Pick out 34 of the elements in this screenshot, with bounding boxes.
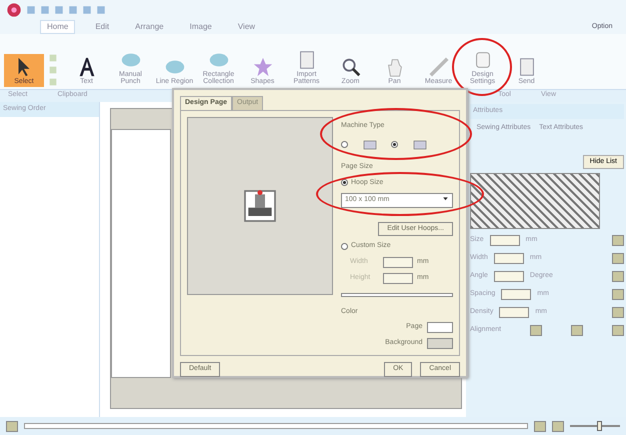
star-icon [252, 56, 274, 78]
status-button[interactable] [6, 420, 18, 432]
ribbon-tab[interactable]: Edit [89, 21, 116, 33]
slider-thumb[interactable] [597, 421, 602, 431]
status-button[interactable] [552, 420, 564, 432]
reset-button[interactable] [612, 306, 624, 318]
machine-type-radio[interactable] [341, 141, 348, 148]
color-swatch[interactable] [427, 322, 453, 333]
ribbon-tab[interactable]: Home [40, 20, 76, 34]
alignment-button[interactable] [530, 324, 542, 336]
ruler-icon [428, 56, 450, 78]
reset-button[interactable] [612, 234, 624, 246]
ribbon-tab[interactable]: View [232, 21, 262, 33]
spin-field[interactable] [499, 306, 530, 318]
ribbon-tab[interactable]: Image [184, 21, 218, 33]
alignment-button[interactable] [571, 324, 584, 336]
ribbon-tab[interactable]: Arrange [129, 21, 170, 33]
reset-button[interactable] [612, 252, 624, 264]
spin-field[interactable] [382, 272, 412, 284]
status-button[interactable] [534, 420, 546, 432]
reset-button[interactable] [612, 288, 624, 300]
reset-button[interactable] [612, 270, 624, 282]
spin-field[interactable] [382, 256, 412, 268]
alignment-button[interactable] [612, 324, 624, 336]
size-dropdown[interactable] [341, 293, 453, 297]
machine-type-radio[interactable] [391, 141, 398, 148]
caret-icon [442, 195, 449, 202]
color-swatch[interactable] [427, 338, 453, 349]
spin-field[interactable] [494, 252, 524, 264]
spin-field[interactable] [490, 234, 520, 246]
spin-field[interactable] [501, 288, 532, 300]
app-logo-icon [6, 2, 22, 18]
custom-size-radio[interactable] [341, 242, 348, 250]
spin-field[interactable] [494, 270, 524, 282]
